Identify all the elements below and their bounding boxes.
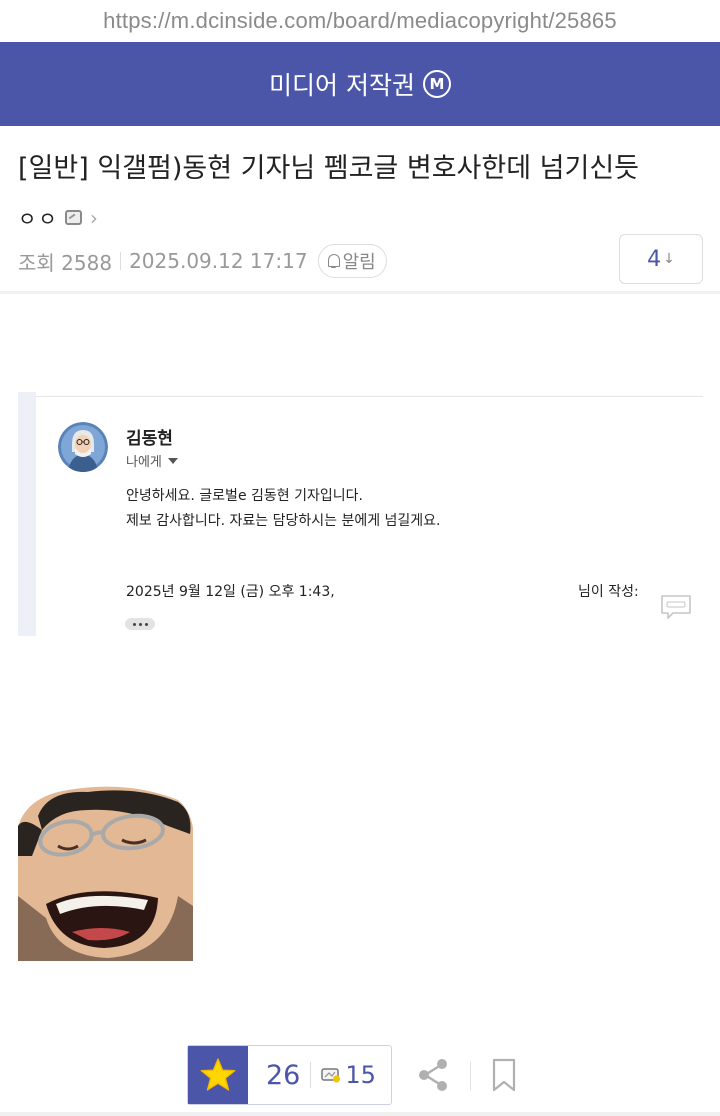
- chat-icon: [661, 595, 691, 619]
- recommend-button[interactable]: [188, 1046, 248, 1104]
- email-quote-author: 님이 작성:: [578, 584, 639, 600]
- email-screenshot: 김동현 나에게 안녕하세요. 글로벌e 김동현 기자입니다. 제보 감사합니다.…: [18, 392, 703, 636]
- avatar: [58, 422, 108, 472]
- author-name[interactable]: ㅇㅇ: [18, 203, 59, 232]
- chevron-right-icon[interactable]: ›: [90, 206, 98, 230]
- recommend-bar: 26 15: [187, 1045, 392, 1105]
- email-body-line: 안녕하세요. 글로벌e 김동현 기자입니다.: [126, 488, 363, 504]
- post-title: [일반] 익갤펌)동현 기자님 펨코글 변호사한데 넘기신듯: [18, 153, 639, 184]
- action-divider: [470, 1062, 471, 1090]
- recommend-divider: [310, 1062, 312, 1088]
- post-date: 2025.09.12 17:17: [129, 249, 308, 273]
- recommend-count: 26: [266, 1059, 301, 1091]
- recipient-label: 나에게: [126, 455, 162, 470]
- email-sender: 김동현: [126, 429, 173, 449]
- email-body-line: 제보 감사합니다. 자료는 담당하시는 분에게 넘길게요.: [126, 513, 441, 529]
- alarm-button[interactable]: 알림: [317, 244, 387, 278]
- caret-down-icon: [167, 457, 178, 464]
- browser-url-bar[interactable]: https://m.dcinside.com/board/mediacopyri…: [0, 0, 720, 42]
- m-badge-icon: M: [422, 70, 451, 98]
- gallery-header[interactable]: 미디어 저작권 M: [0, 42, 720, 126]
- email-quote-date: 2025년 9월 12일 (금) 오후 1:43,: [126, 584, 335, 600]
- bottom-divider: [0, 1112, 720, 1116]
- comment-count-button[interactable]: 4 ↓: [619, 234, 703, 284]
- arrow-down-icon: ↓: [663, 251, 675, 267]
- email-recipient: 나에게: [126, 451, 178, 470]
- ip-icon: [64, 210, 82, 225]
- alarm-label: 알림: [342, 252, 376, 273]
- fix-icon[interactable]: [321, 1067, 341, 1083]
- bookmark-icon[interactable]: [491, 1058, 517, 1092]
- header-divider: [0, 291, 720, 294]
- post-meta: 조회 2588 2025.09.12 17:17 알림: [18, 244, 387, 278]
- fix-count: 15: [345, 1061, 376, 1089]
- share-icon[interactable]: [416, 1057, 450, 1093]
- comment-count: 4: [647, 246, 662, 272]
- author-row[interactable]: ㅇㅇ ›: [18, 203, 98, 232]
- url-text: https://m.dcinside.com/board/mediacopyri…: [103, 8, 617, 33]
- email-more-button: [125, 618, 155, 630]
- email-top-line: [36, 396, 703, 397]
- bell-icon: [327, 253, 341, 269]
- gallery-title[interactable]: 미디어 저작권: [269, 66, 415, 102]
- star-icon: [200, 1058, 236, 1091]
- email-left-bar: [18, 392, 36, 636]
- meta-divider: [120, 252, 122, 270]
- view-count: 조회 2588: [18, 250, 113, 275]
- laughing-man-image: [18, 786, 193, 961]
